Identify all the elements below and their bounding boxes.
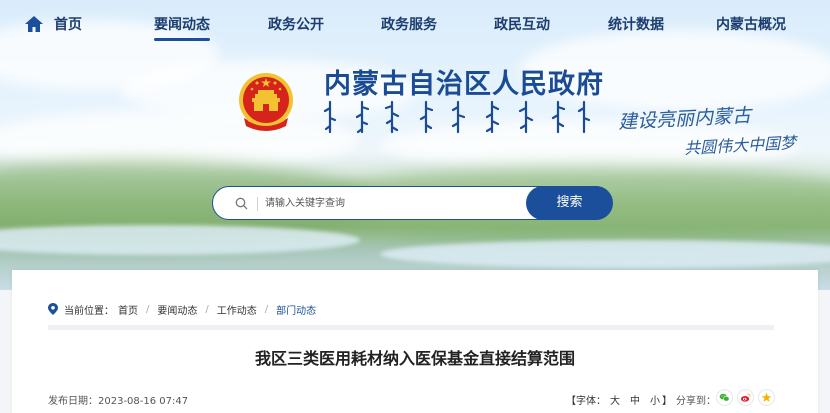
section-divider: [48, 325, 774, 330]
slogan-line-2: 共圆伟大中国梦: [683, 133, 797, 158]
mongolian-script-title: [323, 100, 591, 134]
breadcrumb-separator: /: [205, 303, 209, 315]
search-input[interactable]: [265, 193, 515, 213]
nav-item-statistics[interactable]: 统计数据: [608, 15, 664, 35]
breadcrumb-item-news[interactable]: 要闻动态: [157, 302, 197, 317]
weibo-icon[interactable]: [737, 389, 754, 406]
breadcrumb: 当前位置： 首页 / 要闻动态 / 工作动态 / 部门动态: [48, 301, 316, 317]
search-bar: 搜索: [212, 186, 613, 220]
font-size-medium-button[interactable]: 中: [630, 396, 640, 407]
breadcrumb-item-home[interactable]: 首页: [118, 302, 138, 317]
nav-item-home[interactable]: 首页: [54, 15, 82, 35]
font-size-prefix: 【字体：: [566, 396, 606, 407]
home-icon[interactable]: [24, 14, 44, 34]
top-navigation: 首页 要闻动态 政务公开 政务服务 政民互动 统计数据 内蒙古概况: [0, 0, 830, 50]
site-title: 内蒙古自治区人民政府: [324, 69, 604, 99]
share-label: 分享到：: [676, 396, 716, 407]
nav-item-overview[interactable]: 内蒙古概况: [716, 15, 786, 35]
font-size-suffix: 】: [662, 396, 672, 407]
search-divider: [257, 197, 258, 211]
wechat-icon[interactable]: [716, 389, 733, 406]
nav-item-gov-services[interactable]: 政务服务: [381, 15, 437, 35]
nav-item-interaction[interactable]: 政民互动: [494, 15, 550, 35]
location-pin-icon: [48, 303, 58, 315]
font-size-small-button[interactable]: 小: [650, 396, 660, 407]
publish-date: 发布日期：2023-08-16 07:47: [48, 392, 188, 407]
slogan: 建设亮丽内蒙古 共圆伟大中国梦: [614, 104, 814, 164]
nav-item-gov-affairs[interactable]: 政务公开: [268, 15, 324, 35]
slogan-line-1: 建设亮丽内蒙古: [617, 104, 752, 134]
font-size-control: 【字体： 大中小】: [566, 392, 672, 407]
national-emblem-icon: [239, 73, 293, 131]
nav-item-news[interactable]: 要闻动态: [154, 15, 210, 41]
search-button[interactable]: 搜索: [526, 186, 613, 220]
search-icon: [235, 197, 248, 210]
breadcrumb-item-dept-news[interactable]: 部门动态: [276, 302, 316, 317]
breadcrumb-prefix: 当前位置：: [64, 305, 114, 317]
article-title: 我区三类医用耗材纳入医保基金直接结算范围: [254, 349, 575, 368]
publish-date-value: 2023-08-16 07:47: [98, 396, 189, 407]
qzone-icon[interactable]: [758, 389, 775, 406]
breadcrumb-separator: /: [264, 303, 269, 315]
publish-date-label: 发布日期：: [48, 396, 98, 407]
breadcrumb-item-work-news[interactable]: 工作动态: [217, 302, 257, 317]
breadcrumb-separator: /: [146, 303, 150, 315]
font-size-large-button[interactable]: 大: [610, 396, 620, 407]
